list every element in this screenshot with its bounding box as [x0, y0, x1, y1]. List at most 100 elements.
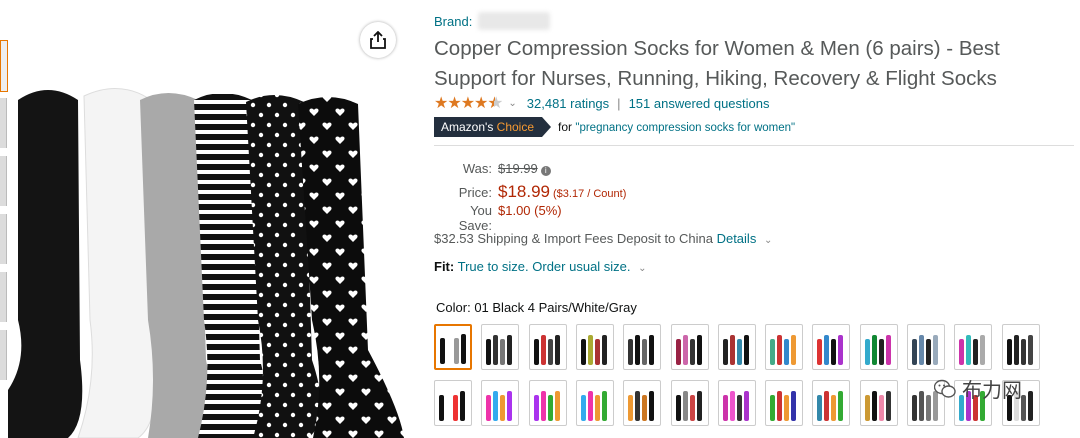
- divider: [434, 145, 1074, 146]
- badge-suffix: Choice: [496, 120, 535, 134]
- color-swatch[interactable]: [575, 324, 614, 370]
- shipping-details-link[interactable]: Details: [717, 231, 757, 246]
- fit-value-link[interactable]: True to size. Order usual size.: [458, 259, 631, 274]
- watermark-text: 布力网: [962, 380, 1022, 402]
- rating-separator: |: [617, 95, 621, 111]
- was-price: $19.99: [498, 161, 538, 176]
- color-swatch[interactable]: [575, 380, 614, 426]
- color-swatch[interactable]: [623, 324, 662, 370]
- thumbnail-5[interactable]: [0, 272, 7, 322]
- chevron-down-icon[interactable]: ⌄: [638, 263, 646, 274]
- swatch-sock: [1006, 339, 1012, 365]
- thumbnail-4[interactable]: [0, 214, 7, 264]
- swatch-sock: [980, 335, 986, 365]
- shipping-text: $32.53 Shipping & Import Fees Deposit to…: [434, 231, 713, 246]
- color-swatch[interactable]: [670, 324, 709, 370]
- swatch-sock: [777, 391, 783, 421]
- color-selector-label: Color: 01 Black 4 Pairs/White/Gray: [436, 300, 637, 315]
- swatch-sock: [729, 391, 735, 421]
- color-swatch[interactable]: [717, 324, 756, 370]
- price-label: Price:: [458, 185, 492, 200]
- swatch-sock: [500, 395, 506, 421]
- swatch-sock: [770, 339, 776, 365]
- swatch-sock: [500, 339, 506, 365]
- swatch-sock: [446, 391, 451, 421]
- swatch-sock: [493, 335, 499, 365]
- swatch-sock: [461, 334, 466, 364]
- swatch-sock: [926, 339, 931, 365]
- thumbnail-2[interactable]: [0, 98, 7, 148]
- swatch-sock: [871, 335, 877, 365]
- swatch-sock: [642, 339, 648, 365]
- swatch-sock: [628, 395, 634, 421]
- ratings-count-link[interactable]: 32,481 ratings: [527, 96, 609, 111]
- product-main-image[interactable]: [8, 60, 408, 438]
- swatch-sock: [784, 395, 790, 421]
- swatch-sock: [447, 334, 452, 364]
- color-swatch[interactable]: [765, 380, 804, 426]
- swatch-sock: [675, 395, 681, 421]
- color-swatch[interactable]: [528, 380, 567, 426]
- swatch-sock: [454, 338, 459, 364]
- brand-name-blurred[interactable]: [478, 12, 550, 30]
- color-swatch[interactable]: [434, 324, 472, 370]
- swatch-sock: [554, 335, 560, 365]
- swatch-sock: [919, 335, 924, 365]
- swatch-sock: [1027, 391, 1033, 421]
- swatch-sock: [878, 339, 884, 365]
- swatch-sock: [547, 395, 553, 421]
- swatch-sock: [587, 391, 593, 421]
- swatch-sock: [878, 395, 884, 421]
- fit-label: Fit:: [434, 259, 455, 274]
- swatch-sock: [824, 391, 830, 421]
- amazons-choice-badge[interactable]: Amazon's Choice: [434, 117, 552, 137]
- swatch-sock: [547, 339, 553, 365]
- info-icon[interactable]: i: [540, 166, 551, 176]
- swatch-sock: [912, 395, 917, 421]
- color-swatch[interactable]: [765, 324, 804, 370]
- fit-info: Fit: True to size. Order usual size. ⌄: [434, 259, 657, 274]
- price-block: Was: $19.99 i Price: $18.99 ($3.17 / Cou…: [434, 161, 627, 233]
- rating-row: ★★★★★★ ⌄ 32,481 ratings | 151 answered q…: [434, 93, 770, 113]
- star-rating[interactable]: ★★★★★★: [434, 93, 502, 113]
- swatch-sock: [885, 335, 891, 365]
- share-button[interactable]: [360, 22, 396, 58]
- thumbnail-3[interactable]: [0, 156, 7, 206]
- swatch-sock: [777, 335, 783, 365]
- choice-query-link[interactable]: "pregnancy compression socks for women": [575, 122, 795, 134]
- swatch-sock: [580, 395, 586, 421]
- color-swatch[interactable]: [528, 324, 567, 370]
- swatch-sock: [453, 395, 458, 421]
- swatch-sock: [770, 395, 776, 421]
- swatch-sock: [791, 335, 797, 365]
- color-swatch[interactable]: [812, 324, 851, 370]
- thumbnail-1[interactable]: [0, 40, 8, 92]
- swatch-sock: [919, 391, 924, 421]
- swatch-sock: [533, 339, 539, 365]
- color-swatch[interactable]: [1001, 324, 1040, 370]
- color-swatch[interactable]: [859, 324, 898, 370]
- color-swatch[interactable]: [907, 324, 945, 370]
- color-swatch[interactable]: [481, 324, 520, 370]
- color-swatch[interactable]: [717, 380, 756, 426]
- wechat-icon: [934, 379, 956, 398]
- swatch-sock: [729, 335, 735, 365]
- thumbnail-6[interactable]: [0, 330, 7, 380]
- color-swatch[interactable]: [954, 324, 993, 370]
- swatch-sock: [959, 339, 965, 365]
- swatch-sock: [696, 335, 702, 365]
- swatch-sock: [635, 335, 641, 365]
- color-swatch[interactable]: [812, 380, 851, 426]
- color-swatch[interactable]: [670, 380, 709, 426]
- answered-questions-link[interactable]: 151 answered questions: [629, 96, 770, 111]
- shipping-info: $32.53 Shipping & Import Fees Deposit to…: [434, 231, 782, 246]
- swatch-sock: [838, 335, 844, 365]
- chevron-down-icon[interactable]: ⌄: [508, 98, 516, 109]
- swatch-sock: [722, 395, 728, 421]
- swatch-sock: [439, 395, 444, 421]
- color-swatch[interactable]: [623, 380, 662, 426]
- chevron-down-icon[interactable]: ⌄: [764, 235, 772, 246]
- color-swatch[interactable]: [434, 380, 472, 426]
- color-swatch[interactable]: [859, 380, 898, 426]
- color-swatch[interactable]: [481, 380, 520, 426]
